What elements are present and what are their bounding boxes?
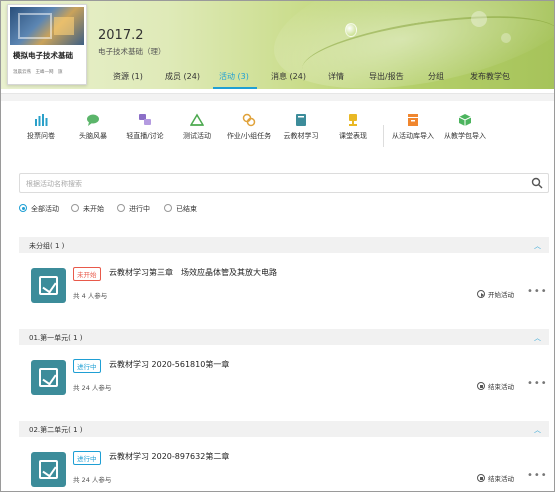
group-header[interactable]: 02.第二单元( 1 ) ︿ bbox=[19, 421, 549, 437]
radio-selected-icon bbox=[19, 204, 27, 212]
activity-item[interactable]: 进行中 云教材学习 2020-897632第二章 共 24 人参与 结束活动 •… bbox=[19, 437, 549, 491]
search-placeholder: 根据活动名称搜索 bbox=[26, 180, 82, 188]
import-library-icon bbox=[408, 114, 418, 126]
tool-label: 测试活动 bbox=[183, 132, 211, 140]
bokeh-decoration bbox=[471, 11, 487, 27]
tool-label: 投票问卷 bbox=[27, 132, 55, 140]
tab-publish-package[interactable]: 发布教学包 bbox=[470, 71, 510, 82]
chat-bubble-icon bbox=[87, 114, 99, 126]
participant-count: 共 24 人参与 bbox=[73, 384, 112, 392]
activity-title[interactable]: 云教材学习第三章 场效应晶体管及其放大电路 bbox=[109, 267, 277, 278]
tool-label: 作业/小组任务 bbox=[226, 132, 272, 140]
page-frame: 模拟电子技术基础 温晨云燕 王峰一网 旗 2017.2 电子技术基础（理） 资源… bbox=[0, 0, 555, 492]
active-tab-indicator bbox=[213, 87, 257, 89]
tab-messages[interactable]: 消息 (24) bbox=[271, 71, 306, 82]
tool-live-discussion[interactable]: 轻直播/讨论 bbox=[115, 113, 175, 141]
chevron-up-icon[interactable]: ︿ bbox=[534, 241, 541, 251]
action-label: 结束活动 bbox=[488, 475, 514, 483]
bokeh-decoration bbox=[501, 33, 511, 43]
tool-import-from-library[interactable]: 从活动库导入 bbox=[383, 113, 443, 141]
chevron-up-icon[interactable]: ︿ bbox=[534, 333, 541, 343]
action-label: 开始活动 bbox=[488, 291, 514, 299]
class-year: 2017.2 bbox=[98, 28, 144, 43]
activity-item[interactable]: 未开始 云教材学习第三章 场效应晶体管及其放大电路 共 4 人参与 开始活动 •… bbox=[19, 253, 549, 317]
participant-count: 共 24 人参与 bbox=[73, 476, 112, 484]
tool-assignment-group-task[interactable]: 作业/小组任务 bbox=[219, 113, 279, 141]
group-header[interactable]: 01.第一单元( 1 ) ︿ bbox=[19, 329, 549, 345]
test-icon bbox=[190, 113, 204, 126]
more-options-icon[interactable]: ••• bbox=[527, 286, 548, 297]
trophy-icon bbox=[349, 114, 357, 126]
participant-count: 共 4 人参与 bbox=[73, 292, 108, 300]
tab-activities[interactable]: 活动 (3) bbox=[219, 71, 249, 82]
start-activity-button[interactable]: 开始活动 bbox=[477, 289, 514, 299]
play-icon bbox=[477, 290, 485, 298]
tool-label: 从活动库导入 bbox=[392, 132, 434, 140]
import-package-icon bbox=[458, 114, 472, 126]
status-badge: 未开始 bbox=[73, 267, 101, 281]
water-drop-decoration bbox=[345, 23, 357, 37]
more-options-icon[interactable]: ••• bbox=[527, 470, 548, 481]
section-divider bbox=[1, 93, 554, 101]
activity-item[interactable]: 进行中 云教材学习 2020-561810第一章 共 24 人参与 结束活动 •… bbox=[19, 345, 549, 409]
activity-title[interactable]: 云教材学习 2020-897632第二章 bbox=[109, 451, 229, 462]
cloud-textbook-icon bbox=[31, 452, 66, 487]
group-title: 未分组( 1 ) bbox=[29, 242, 65, 250]
status-badge: 进行中 bbox=[73, 359, 101, 373]
group-header[interactable]: 未分组( 1 ) ︿ bbox=[19, 237, 549, 253]
more-options-icon[interactable]: ••• bbox=[527, 378, 548, 389]
activity-toolbar: 投票问卷 头脑风暴 轻直播/讨论 测试活动 作业/小组任务 云教材学习 课堂表现… bbox=[1, 113, 554, 157]
filter-label: 未开始 bbox=[83, 205, 104, 213]
end-activity-button[interactable]: 结束活动 bbox=[477, 381, 514, 391]
filter-ended[interactable]: 已结束 bbox=[164, 204, 197, 214]
tool-test-activity[interactable]: 测试活动 bbox=[167, 113, 227, 141]
radio-icon bbox=[71, 204, 79, 212]
tool-brainstorm[interactable]: 头脑风暴 bbox=[63, 113, 123, 141]
end-activity-button[interactable]: 结束活动 bbox=[477, 473, 514, 483]
tool-vote-survey[interactable]: 投票问卷 bbox=[11, 113, 71, 141]
tool-import-from-package[interactable]: 从教学包导入 bbox=[435, 113, 495, 141]
tool-label: 从教学包导入 bbox=[444, 132, 486, 140]
discussion-icon bbox=[139, 114, 151, 125]
bar-chart-icon bbox=[35, 114, 48, 126]
cloud-textbook-icon bbox=[31, 360, 66, 395]
tool-label: 轻直播/讨论 bbox=[126, 132, 164, 140]
tool-label: 云教材学习 bbox=[283, 132, 319, 140]
tab-export-report[interactable]: 导出/报告 bbox=[369, 71, 404, 82]
tool-label: 头脑风暴 bbox=[79, 132, 107, 140]
stop-icon bbox=[477, 474, 485, 482]
group-title: 02.第二单元( 1 ) bbox=[29, 426, 83, 434]
tab-groups[interactable]: 分组 bbox=[428, 71, 444, 82]
class-name: 电子技术基础（理） bbox=[98, 47, 166, 56]
course-cover-image bbox=[10, 7, 84, 45]
status-badge: 进行中 bbox=[73, 451, 101, 465]
activity-title[interactable]: 云教材学习 2020-561810第一章 bbox=[109, 359, 229, 370]
group-title: 01.第一单元( 1 ) bbox=[29, 334, 83, 342]
book-icon bbox=[296, 114, 306, 126]
tool-cloud-textbook[interactable]: 云教材学习 bbox=[271, 113, 331, 141]
tab-bar: 资源 (1) 成员 (24) 活动 (3) 消息 (24) 详情 导出/报告 分… bbox=[1, 65, 554, 91]
tab-details[interactable]: 详情 bbox=[328, 71, 344, 82]
filter-not-started[interactable]: 未开始 bbox=[71, 204, 104, 214]
search-icon[interactable] bbox=[531, 177, 543, 189]
course-card-title: 模拟电子技术基础 bbox=[13, 51, 73, 60]
filter-label: 已结束 bbox=[176, 205, 197, 213]
tool-class-performance[interactable]: 课堂表现 bbox=[323, 113, 383, 141]
radio-icon bbox=[164, 204, 172, 212]
tab-resources[interactable]: 资源 (1) bbox=[113, 71, 143, 82]
radio-icon bbox=[117, 204, 125, 212]
action-label: 结束活动 bbox=[488, 383, 514, 391]
cloud-textbook-icon bbox=[31, 268, 66, 303]
filter-all[interactable]: 全部活动 bbox=[19, 204, 59, 214]
stop-icon bbox=[477, 382, 485, 390]
tab-members[interactable]: 成员 (24) bbox=[165, 71, 200, 82]
activity-search-box[interactable]: 根据活动名称搜索 bbox=[19, 173, 549, 193]
tool-label: 课堂表现 bbox=[339, 132, 367, 140]
chevron-up-icon[interactable]: ︿ bbox=[534, 425, 541, 435]
task-icon bbox=[242, 113, 256, 127]
filter-in-progress[interactable]: 进行中 bbox=[117, 204, 150, 214]
filter-label: 全部活动 bbox=[31, 205, 59, 213]
filter-label: 进行中 bbox=[129, 205, 150, 213]
